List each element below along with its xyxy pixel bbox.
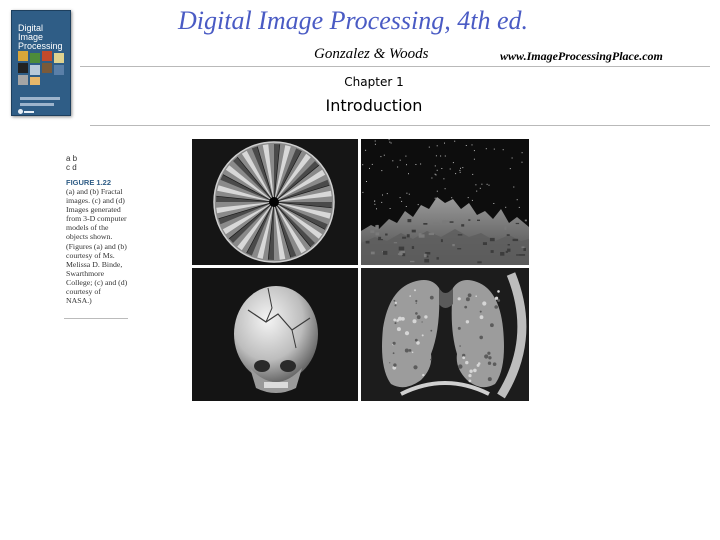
lungs-graphic [361, 268, 529, 401]
grid-label-row1: a b [66, 154, 78, 163]
chapter-label: Chapter 1 [344, 75, 404, 89]
caption-divider [64, 318, 128, 319]
figure-grid-labels: a b c d [66, 154, 90, 172]
image-3d-skull [192, 268, 358, 401]
figure-caption-text: (a) and (b) Fractal images. (c) and (d) … [66, 187, 128, 306]
page-title: Digital Image Processing, 4th ed. [178, 6, 528, 35]
cover-title-line2: Processing [18, 41, 63, 51]
header-divider [80, 66, 710, 67]
image-3d-lungs [361, 268, 529, 401]
section-title: Introduction [325, 96, 423, 115]
fractal-radial-graphic [192, 139, 358, 265]
section-divider [90, 125, 710, 126]
grid-label-row2: c d [66, 163, 77, 172]
fractal-mountains-graphic [361, 139, 529, 265]
figure-label: FIGURE 1.22 [66, 178, 112, 187]
cover-title-line1: Digital Image [18, 23, 44, 42]
image-fractal-mountains [361, 139, 529, 265]
website-link[interactable]: www.ImageProcessingPlace.com [500, 49, 663, 64]
authors: Gonzalez & Woods [314, 46, 429, 62]
book-cover-title: Digital Image Processing [18, 24, 68, 51]
figure-caption: a b c d FIGURE 1.22 (a) and (b) Fractal … [64, 152, 130, 322]
image-fractal-radial [192, 139, 358, 265]
skull-graphic [192, 268, 358, 401]
